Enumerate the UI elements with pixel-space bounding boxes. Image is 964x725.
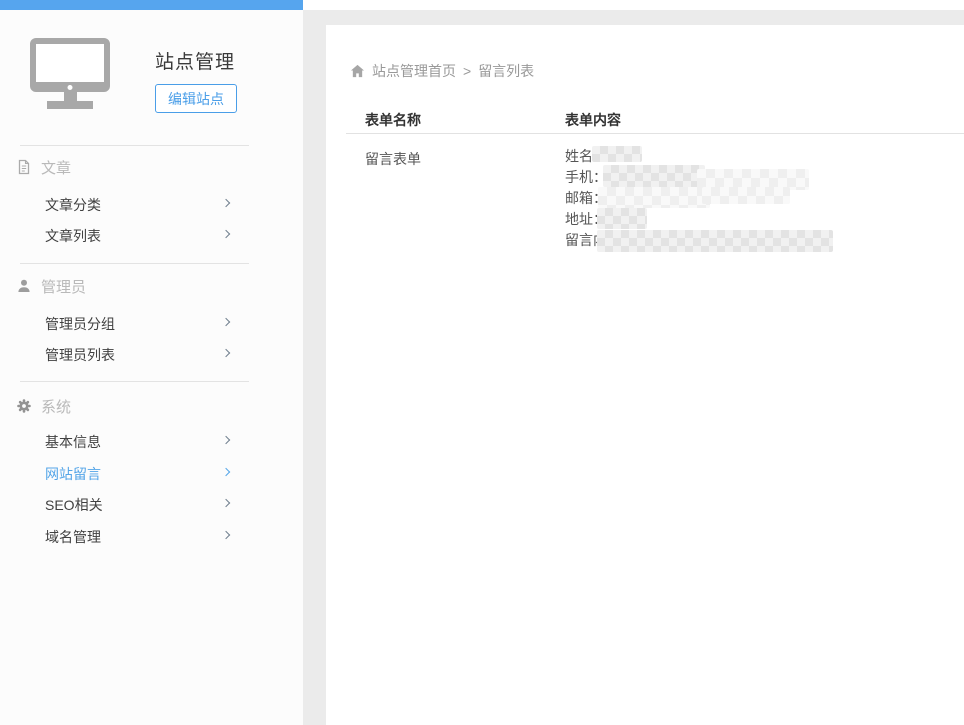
chevron-right-icon bbox=[222, 436, 230, 444]
content-panel: 站点管理首页 > 留言列表 表单名称 表单内容 留言表单 姓名： 手机： 邮箱：… bbox=[326, 25, 964, 725]
section-label: 管理员 bbox=[41, 276, 86, 297]
sidebar-section-admins: 管理员 bbox=[16, 277, 86, 295]
chevron-right-icon bbox=[222, 349, 230, 357]
admin-person-icon bbox=[16, 278, 32, 294]
chevron-right-icon bbox=[222, 318, 230, 326]
sidebar-divider bbox=[20, 381, 249, 382]
sidebar-item-label: 管理员分组 bbox=[45, 314, 115, 334]
sidebar-item-label: 文章分类 bbox=[45, 195, 101, 215]
breadcrumb-home[interactable]: 站点管理首页 bbox=[372, 61, 456, 81]
redacted-message-value bbox=[597, 230, 833, 252]
chevron-right-icon bbox=[222, 499, 230, 507]
chevron-right-icon bbox=[222, 199, 230, 207]
breadcrumb-current: 留言列表 bbox=[478, 61, 534, 81]
gear-icon bbox=[16, 398, 32, 414]
site-monitor-icon bbox=[30, 38, 110, 109]
sidebar-divider bbox=[20, 263, 249, 264]
sidebar-divider bbox=[20, 145, 249, 146]
redacted-email-value bbox=[702, 187, 790, 204]
breadcrumb: 站点管理首页 > 留言列表 bbox=[350, 61, 534, 81]
site-title: 站点管理 bbox=[155, 47, 235, 74]
redacted-phone-value bbox=[603, 165, 705, 187]
sidebar-item-label: SEO相关 bbox=[45, 495, 103, 515]
sidebar-item-domains[interactable]: 域名管理 bbox=[0, 526, 303, 546]
table-header-divider bbox=[346, 133, 964, 134]
table-row-form-name: 留言表单 bbox=[365, 149, 421, 169]
breadcrumb-separator: > bbox=[463, 63, 471, 79]
sidebar-item-article-category[interactable]: 文章分类 bbox=[0, 194, 303, 214]
sidebar-item-article-list[interactable]: 文章列表 bbox=[0, 225, 303, 245]
sidebar-item-site-messages[interactable]: 网站留言 bbox=[0, 463, 303, 483]
redacted-address-value bbox=[597, 208, 647, 229]
sidebar-section-system: 系统 bbox=[16, 397, 71, 415]
top-accent-bar bbox=[0, 0, 303, 10]
sidebar-item-label: 管理员列表 bbox=[45, 345, 115, 365]
column-header-form-name: 表单名称 bbox=[365, 110, 421, 130]
edit-site-button[interactable]: 编辑站点 bbox=[155, 84, 237, 113]
chevron-right-icon bbox=[222, 468, 230, 476]
section-label: 系统 bbox=[41, 396, 71, 417]
sidebar-item-admin-groups[interactable]: 管理员分组 bbox=[0, 313, 303, 333]
sidebar-item-label: 网站留言 bbox=[45, 464, 101, 484]
sidebar-item-label: 基本信息 bbox=[45, 432, 101, 452]
section-label: 文章 bbox=[41, 157, 71, 178]
chevron-right-icon bbox=[222, 531, 230, 539]
chevron-right-icon bbox=[222, 230, 230, 238]
table-row-form-content: 姓名： 手机： 邮箱： 地址： 留言内 bbox=[565, 146, 945, 261]
sidebar: 站点管理 编辑站点 文章 文章分类 文章列表 管理员 管理员分组 bbox=[0, 10, 303, 725]
sidebar-item-admin-list[interactable]: 管理员列表 bbox=[0, 344, 303, 364]
sidebar-item-label: 域名管理 bbox=[45, 527, 101, 547]
redacted-email-value bbox=[598, 187, 710, 208]
sidebar-item-basic-info[interactable]: 基本信息 bbox=[0, 431, 303, 451]
home-icon bbox=[350, 64, 365, 78]
sidebar-section-articles: 文章 bbox=[16, 158, 71, 176]
redacted-name-value bbox=[592, 146, 642, 162]
article-icon bbox=[16, 159, 32, 175]
column-header-form-content: 表单内容 bbox=[565, 110, 621, 130]
sidebar-item-seo[interactable]: SEO相关 bbox=[0, 494, 303, 514]
sidebar-item-label: 文章列表 bbox=[45, 226, 101, 246]
